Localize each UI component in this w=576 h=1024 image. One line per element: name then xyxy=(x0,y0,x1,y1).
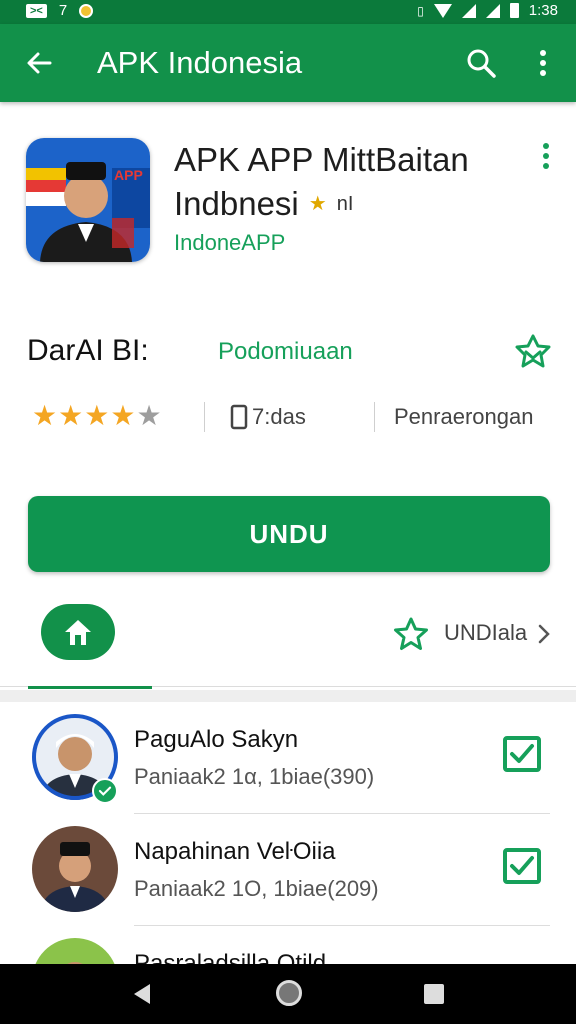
checkbox-checked-icon[interactable] xyxy=(502,848,542,884)
nav-recents-icon[interactable] xyxy=(424,984,444,1004)
item-name: Napahinan VeŀOiia xyxy=(134,838,336,865)
app-title-line-1: APK APP MittBaitan xyxy=(174,141,469,178)
list: PaguAlo Sakyn Paniaak2 1α, 1biae(390) Na… xyxy=(0,702,576,964)
star-outline-icon[interactable] xyxy=(392,616,430,652)
signal-icon xyxy=(461,3,476,18)
search-icon[interactable] xyxy=(464,46,498,80)
list-item[interactable]: Napahinan VeŀOiia Paniaak2 1Ο, 1biae(209… xyxy=(0,814,576,926)
sim-icon: >< xyxy=(26,3,47,18)
meta-label: DarAI BI: xyxy=(27,334,149,367)
meta-row: DarAI BI: Podomiuaan xyxy=(0,330,576,380)
list-item[interactable]: PaguAlo Sakyn Paniaak2 1α, 1biae(390) xyxy=(0,702,576,814)
stats-row: ★ ★ ★ ★ ★ 7:das Penraerongan xyxy=(0,396,576,440)
item-name: PaguAlo Sakyn xyxy=(134,726,299,753)
checkbox-checked-icon[interactable] xyxy=(502,736,542,772)
vibrate-icon: ▯ xyxy=(417,3,424,18)
tabs-row: UNDIala xyxy=(0,590,576,690)
nav-back-icon[interactable] xyxy=(130,982,154,1006)
install-button[interactable]: UNDU xyxy=(28,496,550,572)
divider xyxy=(374,402,375,432)
rating-stars: ★ ★ ★ ★ ★ xyxy=(32,402,162,430)
item-subtitle: Paniaak2 1α, 1biae(390) xyxy=(134,764,375,789)
phone-icon xyxy=(230,404,248,430)
item-subtitle: Paniaak2 1Ο, 1biae(209) xyxy=(134,876,379,901)
app-bar: APK Indonesia xyxy=(0,24,576,102)
developer-link[interactable]: IndoneAPP xyxy=(174,230,285,256)
battery-icon xyxy=(509,3,519,18)
content-rating: Penraerongan xyxy=(394,404,534,429)
svg-text:APP: APP xyxy=(114,167,143,183)
meta-value-link[interactable]: Podomiuaan xyxy=(218,338,353,366)
more-vert-icon[interactable] xyxy=(530,46,556,80)
active-tab-indicator xyxy=(28,686,152,689)
system-nav-bar xyxy=(0,964,576,1024)
section-divider xyxy=(0,690,576,702)
star-icon: ★ xyxy=(58,400,84,431)
avatar xyxy=(32,826,118,912)
back-arrow-icon[interactable] xyxy=(22,46,56,80)
wifi-icon xyxy=(433,3,452,18)
star-icon: ★ xyxy=(136,400,162,431)
verified-icon xyxy=(92,778,118,804)
bookmark-star-icon[interactable] xyxy=(514,332,552,370)
more-vert-icon[interactable] xyxy=(536,140,556,172)
item-name: Pasraladsilla Otild xyxy=(134,950,327,964)
app-size: 7:das xyxy=(252,404,306,429)
signal-2-icon xyxy=(485,3,500,18)
editors-choice-icon: ★ xyxy=(308,193,327,215)
app-bar-title: APK Indonesia xyxy=(97,45,303,80)
chevron-right-icon[interactable] xyxy=(536,622,552,646)
app-title-line-2: Indbnesi xyxy=(174,185,299,222)
nav-home-icon[interactable] xyxy=(276,980,302,1006)
clock: 1:38 xyxy=(528,2,558,19)
home-icon xyxy=(65,620,91,645)
star-icon: ★ xyxy=(84,400,110,431)
status-bar: >< 7 ▯ 1:38 xyxy=(0,0,576,24)
tab-home[interactable] xyxy=(41,604,115,660)
star-icon: ★ xyxy=(32,400,58,431)
list-item[interactable]: Pasraladsilla Otild xyxy=(0,926,576,964)
more-tab-label[interactable]: UNDIala xyxy=(444,620,527,646)
avatar xyxy=(32,938,118,964)
notification-icon xyxy=(79,3,94,18)
divider xyxy=(204,402,205,432)
app-icon[interactable]: APP xyxy=(26,138,150,262)
status-number: 7 xyxy=(58,2,68,19)
star-icon: ★ xyxy=(110,400,136,431)
app-header: APP APK APP MittBaitan Indbnesi ★ nI Ind… xyxy=(0,102,576,312)
badge-text: nI xyxy=(336,193,354,215)
app-title: APK APP MittBaitan Indbnesi ★ nI xyxy=(174,138,514,226)
